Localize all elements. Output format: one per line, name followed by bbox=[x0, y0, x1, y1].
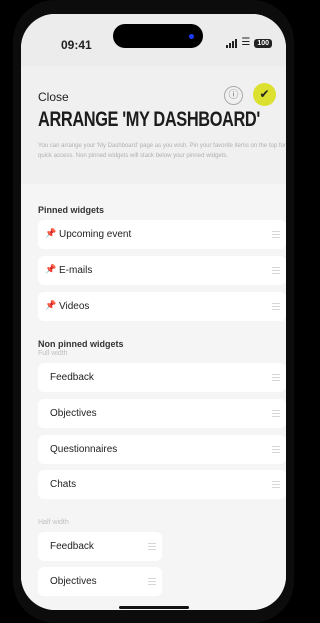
drag-handle-icon[interactable] bbox=[148, 578, 156, 587]
camera-indicator-icon bbox=[189, 34, 194, 39]
half-widget-card[interactable]: Objectives bbox=[38, 567, 162, 596]
non-pinned-section-title: Non pinned widgets bbox=[38, 339, 124, 349]
pinned-widget-card[interactable]: 📌 Upcoming event bbox=[38, 220, 286, 249]
status-bar: 09:41 ☰ 100 bbox=[21, 14, 286, 66]
page-description: You can arrange your 'My Dashboard' page… bbox=[38, 143, 286, 159]
widget-label: Objectives bbox=[50, 576, 97, 587]
widget-card[interactable]: Chats bbox=[38, 470, 286, 499]
page-header: Close ⓘ ✔ ARRANGE 'MY DASHBOARD' You can… bbox=[21, 66, 286, 184]
widget-label: Objectives bbox=[50, 408, 97, 419]
widget-label: Feedback bbox=[50, 372, 94, 383]
widget-label: Upcoming event bbox=[59, 229, 132, 240]
status-time: 09:41 bbox=[61, 38, 92, 52]
drag-handle-icon[interactable] bbox=[272, 410, 280, 419]
full-width-subtitle: Full width bbox=[38, 350, 68, 357]
drag-handle-icon[interactable] bbox=[272, 446, 280, 455]
drag-handle-icon[interactable] bbox=[148, 543, 156, 552]
half-width-subtitle: Half width bbox=[38, 519, 69, 526]
widget-label: Questionnaires bbox=[50, 444, 118, 455]
widget-list: Pinned widgets 📌 Upcoming event 📌 E-mail… bbox=[21, 184, 286, 610]
app-screen: 09:41 ☰ 100 Close ⓘ ✔ ARRANGE 'MY DASHBO… bbox=[21, 14, 286, 610]
drag-handle-icon[interactable] bbox=[272, 481, 280, 490]
widget-label: Feedback bbox=[50, 541, 94, 552]
pinned-section-title: Pinned widgets bbox=[38, 205, 105, 215]
pinned-widget-card[interactable]: 📌 E-mails bbox=[38, 256, 286, 285]
drag-handle-icon[interactable] bbox=[272, 267, 280, 276]
widget-label: Videos bbox=[59, 301, 90, 312]
widget-card[interactable]: Feedback bbox=[38, 363, 286, 392]
widget-label: Chats bbox=[50, 479, 77, 490]
pin-icon[interactable]: 📌 bbox=[45, 300, 56, 311]
home-indicator[interactable] bbox=[119, 606, 189, 609]
signal-icon bbox=[226, 38, 238, 48]
widget-label: E-mails bbox=[59, 265, 93, 276]
confirm-button[interactable]: ✔ bbox=[253, 83, 276, 106]
battery-indicator: 100 bbox=[254, 38, 272, 48]
pin-icon[interactable]: 📌 bbox=[45, 264, 56, 275]
status-icons: ☰ 100 bbox=[226, 38, 272, 48]
widget-card[interactable]: Objectives bbox=[38, 399, 286, 428]
close-button[interactable]: Close bbox=[38, 90, 69, 104]
drag-handle-icon[interactable] bbox=[272, 303, 280, 312]
wifi-icon: ☰ bbox=[241, 37, 251, 48]
pinned-widget-card[interactable]: 📌 Videos bbox=[38, 292, 286, 321]
page-title: ARRANGE 'MY DASHBOARD' bbox=[38, 108, 260, 131]
info-icon[interactable]: ⓘ bbox=[224, 86, 243, 105]
phone-frame: 09:41 ☰ 100 Close ⓘ ✔ ARRANGE 'MY DASHBO… bbox=[13, 0, 294, 623]
widget-card[interactable]: Questionnaires bbox=[38, 435, 286, 464]
drag-handle-icon[interactable] bbox=[272, 374, 280, 383]
pin-icon[interactable]: 📌 bbox=[45, 228, 56, 239]
half-widget-card[interactable]: Feedback bbox=[38, 532, 162, 561]
drag-handle-icon[interactable] bbox=[272, 231, 280, 240]
